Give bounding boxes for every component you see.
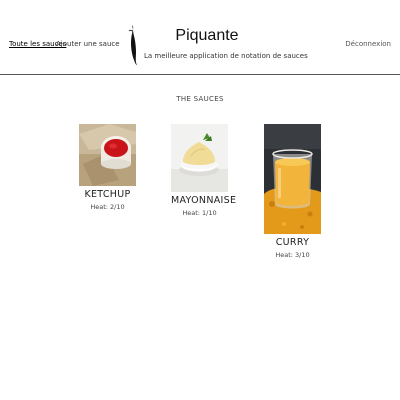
ketchup-bowl-image bbox=[79, 124, 136, 186]
sauce-heat: Heat: 1/10 bbox=[182, 209, 217, 217]
sauce-card-ketchup[interactable]: KETCHUP Heat: 2/10 bbox=[79, 124, 136, 211]
logout-link[interactable]: Déconnexion bbox=[345, 40, 391, 48]
app-header: Toute les sauces Ajouter une sauce Piqua… bbox=[0, 0, 400, 75]
sauce-name: MAYONNAISE bbox=[171, 195, 237, 206]
sauce-name: CURRY bbox=[275, 237, 310, 248]
curry-jar-image bbox=[264, 124, 321, 234]
app-subtitle: La meilleure application de notation de … bbox=[144, 52, 308, 60]
sauce-card-mayonnaise[interactable]: MAYONNAISE Heat: 1/10 bbox=[171, 124, 237, 217]
nav-add-sauce-link[interactable]: Ajouter une sauce bbox=[56, 40, 120, 48]
mayonnaise-bowl-image bbox=[171, 124, 228, 192]
sauce-heat: Heat: 2/10 bbox=[90, 203, 125, 211]
app-title: Piquante bbox=[175, 27, 239, 44]
sauce-card-curry[interactable]: CURRY Heat: 3/10 bbox=[264, 124, 321, 259]
pepper-logo-icon bbox=[128, 25, 137, 65]
sauce-name: KETCHUP bbox=[84, 189, 131, 200]
section-title: THE SAUCES bbox=[176, 95, 224, 103]
sauce-heat: Heat: 3/10 bbox=[275, 251, 310, 259]
